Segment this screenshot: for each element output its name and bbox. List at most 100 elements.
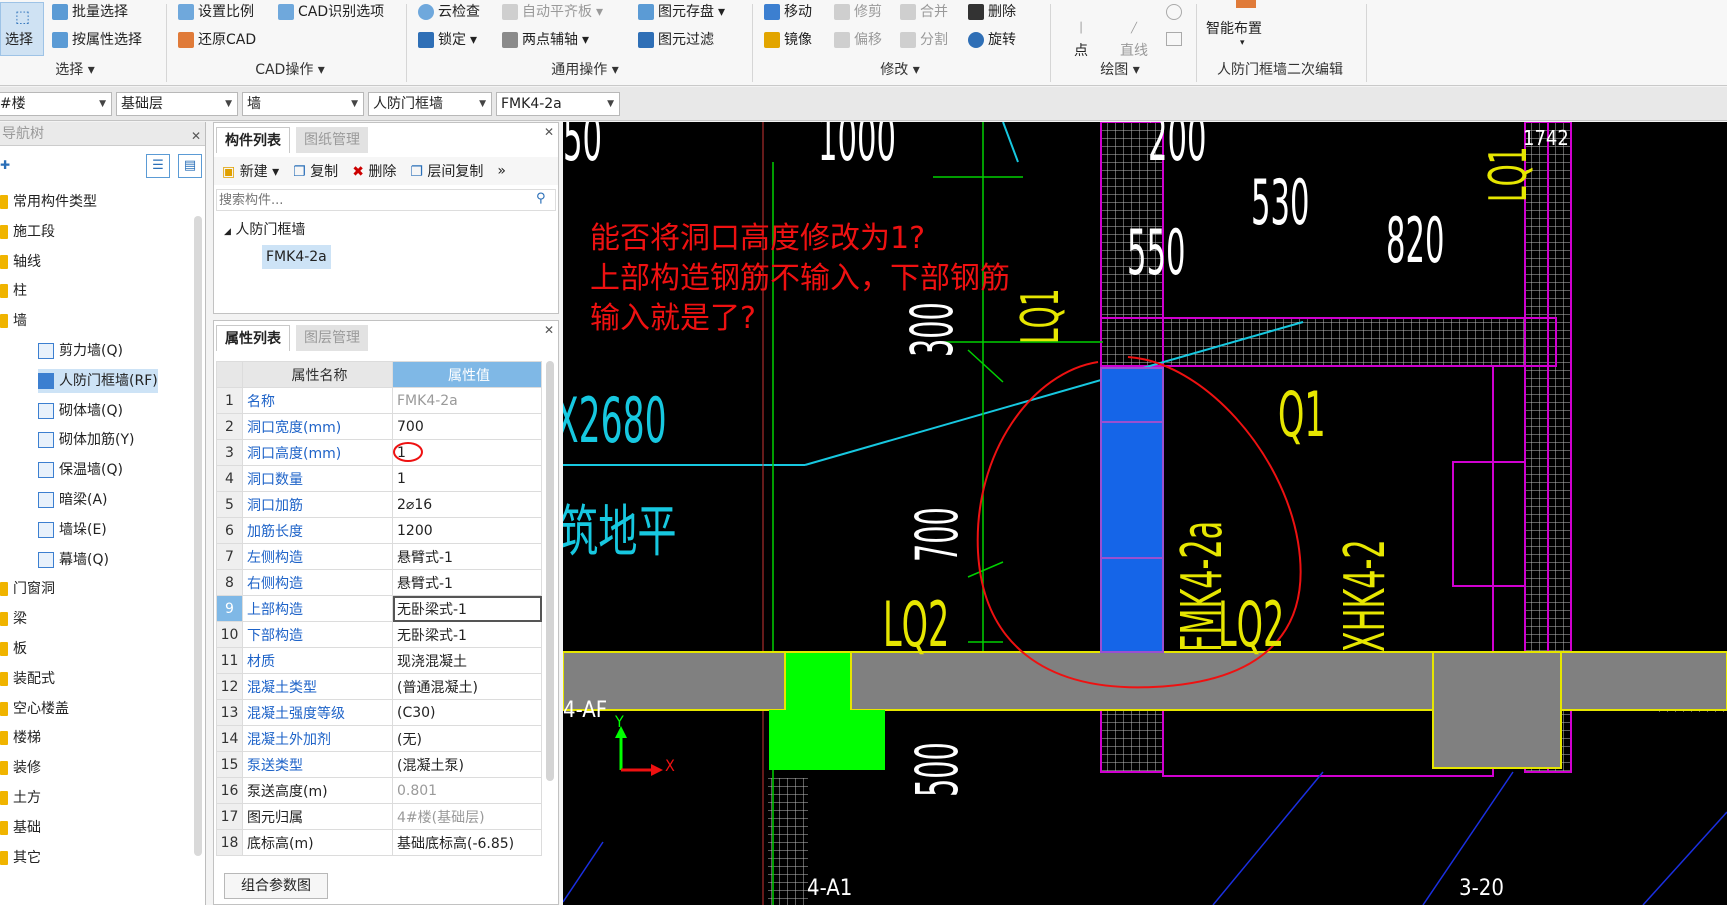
table-row[interactable]: 6 加筋长度 1200: [216, 517, 542, 544]
cad-recognize-options-button[interactable]: CAD识别选项: [278, 1, 384, 23]
property-value[interactable]: 现浇混凝土: [392, 647, 542, 674]
tab-property-list[interactable]: 属性列表: [216, 325, 290, 351]
restore-cad-button[interactable]: 还原CAD: [178, 29, 256, 51]
nav-item[interactable]: 剪力墙(Q): [38, 339, 123, 363]
type-select[interactable]: 人防门框墙 ▼: [368, 92, 492, 116]
nav-item[interactable]: 门窗洞: [0, 577, 55, 601]
table-row[interactable]: 16 泵送高度(m) 0.801: [216, 777, 542, 804]
table-row[interactable]: 14 混凝土外加剂 (无): [216, 725, 542, 752]
property-value[interactable]: 0.801: [392, 777, 542, 804]
property-value[interactable]: 无卧梁式-1: [392, 621, 542, 648]
scrollbar[interactable]: [546, 361, 554, 781]
table-row[interactable]: 11 材质 现浇混凝土: [216, 647, 542, 674]
property-value[interactable]: 无卧梁式-1: [392, 595, 542, 622]
nav-item[interactable]: 板: [0, 637, 27, 661]
nav-item[interactable]: 墙: [0, 309, 27, 333]
property-value[interactable]: 1: [392, 439, 542, 466]
property-value[interactable]: 700: [392, 413, 542, 440]
tab-component-list[interactable]: 构件列表: [216, 127, 290, 153]
cad-drawing-canvas[interactable]: 1000 200 530 550 820 1742 50 300 700 500…: [563, 122, 1727, 905]
property-value[interactable]: 悬臂式-1: [392, 543, 542, 570]
copy-button[interactable]: ❐ 复制: [293, 161, 338, 181]
nav-item[interactable]: 柱: [0, 279, 27, 303]
close-icon[interactable]: ✕: [544, 125, 554, 139]
two-point-axis-button[interactable]: 两点辅轴 ▾: [502, 29, 589, 51]
property-value[interactable]: (C30): [392, 699, 542, 726]
nav-item[interactable]: 常用构件类型: [0, 190, 97, 214]
nav-item[interactable]: 空心楼盖: [0, 697, 69, 721]
merge-button[interactable]: 合并: [900, 1, 948, 23]
search-icon[interactable]: ⚲: [536, 191, 546, 206]
nav-item[interactable]: 保温墙(Q): [38, 458, 123, 482]
rotate-button[interactable]: 旋转: [968, 29, 1016, 51]
move-button[interactable]: 移动: [764, 1, 812, 23]
table-row[interactable]: 10 下部构造 无卧梁式-1: [216, 621, 542, 648]
common-group-label[interactable]: 通用操作 ▾: [530, 60, 640, 80]
list-view-icon[interactable]: ☰: [146, 154, 170, 178]
close-icon[interactable]: ✕: [191, 124, 201, 148]
component-search-input[interactable]: [216, 189, 556, 211]
table-row[interactable]: 4 洞口数量 1: [216, 465, 542, 492]
nav-item[interactable]: 幕墙(Q): [38, 548, 109, 572]
attr-select-button[interactable]: 按属性选择: [52, 29, 142, 51]
line-button[interactable]: ╱ 直线: [1120, 18, 1148, 62]
auto-align-slab-button[interactable]: 自动平齐板 ▾: [502, 1, 603, 23]
category-select[interactable]: 墙 ▼: [242, 92, 364, 116]
property-value[interactable]: 4#楼(基础层): [392, 803, 542, 830]
property-value[interactable]: 1200: [392, 517, 542, 544]
property-value[interactable]: (混凝土泵): [392, 751, 542, 778]
lock-button[interactable]: 锁定 ▾: [418, 29, 477, 51]
close-icon[interactable]: ✕: [544, 323, 554, 337]
more-icon[interactable]: »: [497, 163, 506, 179]
set-scale-button[interactable]: 设置比例: [178, 1, 254, 23]
combo-param-diagram-button[interactable]: 组合参数图: [224, 873, 328, 899]
table-row[interactable]: 13 混凝土强度等级 (C30): [216, 699, 542, 726]
nav-item[interactable]: 墙垛(E): [38, 518, 107, 542]
scrollbar[interactable]: [194, 216, 202, 856]
property-value[interactable]: (无): [392, 725, 542, 752]
detail-view-icon[interactable]: ▤: [178, 154, 202, 178]
rect-icon[interactable]: [1166, 32, 1182, 46]
property-value[interactable]: FMK4-2a: [392, 387, 542, 414]
delete-component-button[interactable]: ✖ 删除: [352, 161, 396, 181]
select-big-button[interactable]: ⬚ 选择: [0, 2, 44, 56]
nav-item[interactable]: 其它: [0, 846, 41, 870]
nav-item[interactable]: 施工段: [0, 220, 55, 244]
table-row[interactable]: 8 右侧构造 悬臂式-1: [216, 569, 542, 596]
nav-item[interactable]: 砌体加筋(Y): [38, 428, 134, 452]
arc-icon[interactable]: [1166, 4, 1182, 20]
select-group-label[interactable]: 选择 ▾: [40, 60, 110, 80]
cloud-check-button[interactable]: 云检查: [418, 1, 480, 23]
split-button[interactable]: 分割: [900, 29, 948, 51]
nav-item[interactable]: 人防门框墙(RF): [38, 368, 158, 393]
save-element-button[interactable]: 图元存盘 ▾: [638, 1, 725, 23]
modify-group-label[interactable]: 修改 ▾: [860, 60, 940, 80]
nav-item[interactable]: 土方: [0, 786, 41, 810]
nav-item[interactable]: 暗梁(A): [38, 488, 108, 512]
trim-button[interactable]: 修剪: [834, 1, 882, 23]
offset-button[interactable]: 偏移: [834, 29, 882, 51]
pin-icon[interactable]: ✚: [0, 158, 10, 172]
table-row[interactable]: 2 洞口宽度(mm) 700: [216, 413, 542, 440]
nav-item[interactable]: 楼梯: [0, 726, 41, 750]
point-button[interactable]: │ 点: [1074, 18, 1088, 62]
nav-item[interactable]: 轴线: [0, 250, 41, 274]
table-row[interactable]: 18 底标高(m) 基础底标高(-6.85): [216, 829, 542, 856]
property-value[interactable]: 悬臂式-1: [392, 569, 542, 596]
tree-child-node[interactable]: FMK4-2a: [262, 245, 331, 269]
smart-layout-button[interactable]: 智能布置 ▾: [1204, 0, 1288, 56]
draw-group-label[interactable]: 绘图 ▾: [1080, 60, 1160, 80]
table-row[interactable]: 12 混凝土类型 (普通混凝土): [216, 673, 542, 700]
floor-select[interactable]: 基础层 ▼: [116, 92, 238, 116]
nav-item[interactable]: 砌体墙(Q): [38, 399, 123, 423]
nav-item[interactable]: 装配式: [0, 667, 55, 691]
delete-button[interactable]: 删除: [968, 1, 1016, 23]
nav-item[interactable]: 梁: [0, 607, 27, 631]
new-button[interactable]: ▣ 新建 ▾: [222, 161, 279, 181]
nav-item[interactable]: 装修: [0, 756, 41, 780]
table-row[interactable]: 7 左侧构造 悬臂式-1: [216, 543, 542, 570]
table-row[interactable]: 5 洞口加筋 2⌀16: [216, 491, 542, 518]
element-filter-button[interactable]: 图元过滤: [638, 29, 714, 51]
batch-select-button[interactable]: 批量选择: [52, 1, 128, 23]
nav-item[interactable]: 基础: [0, 816, 41, 840]
